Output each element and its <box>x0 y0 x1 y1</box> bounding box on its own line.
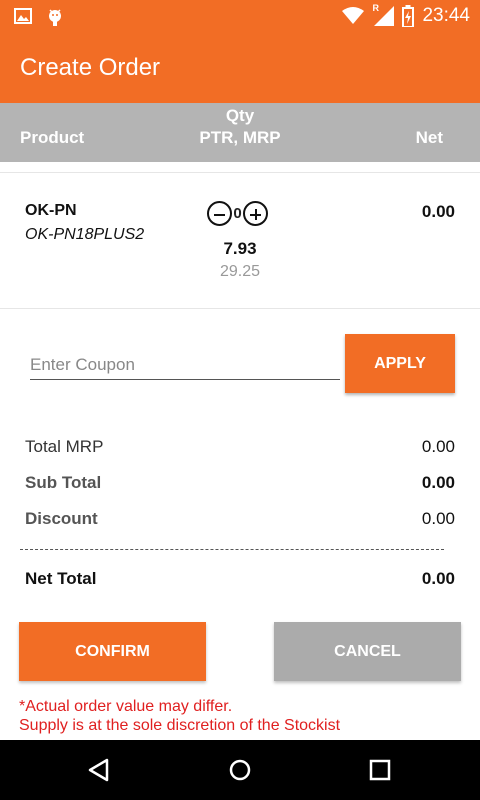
quantity-value: 0 <box>233 205 242 222</box>
net-total-label: Net Total <box>25 569 97 588</box>
status-bar: R 23:44 <box>0 0 480 33</box>
clock: 23:44 <box>422 5 470 26</box>
net-total-value: 0.00 <box>421 569 455 588</box>
product-name: OK-PN <box>25 202 77 219</box>
back-icon[interactable] <box>84 755 114 785</box>
dashed-divider <box>20 549 444 550</box>
total-mrp-label: Total MRP <box>25 437 104 456</box>
minus-icon <box>214 213 225 216</box>
navigation-bar <box>0 740 480 800</box>
wifi-icon <box>342 7 365 24</box>
decrement-button[interactable] <box>207 201 232 226</box>
page-title: Create Order <box>20 54 161 81</box>
discount-value: 0.00 <box>421 509 455 528</box>
apply-button[interactable]: APPLY <box>345 334 455 393</box>
disclaimer-line-1: *Actual order value may differ. <box>19 698 233 715</box>
increment-button[interactable] <box>243 201 268 226</box>
total-mrp-value: 0.00 <box>421 437 455 456</box>
quantity-stepper: 0 <box>207 201 268 226</box>
list-item: OK-PN OK-PN18PLUS2 0 7.93 29.25 0.00 <box>0 173 480 308</box>
sub-total-label: Sub Total <box>25 473 102 492</box>
net-value: 0.00 <box>421 202 455 221</box>
mrp-value: 29.25 <box>219 263 261 280</box>
divider <box>0 308 480 309</box>
disclaimer-line-2: Supply is at the sole discretion of the … <box>19 717 341 734</box>
discount-label: Discount <box>25 509 98 528</box>
confirm-button[interactable]: CONFIRM <box>19 622 206 681</box>
cancel-button[interactable]: CANCEL <box>274 622 461 681</box>
ptr-value: 7.93 <box>223 239 257 258</box>
image-icon <box>14 8 32 24</box>
signal-icon <box>374 6 395 26</box>
table-header: Product Qty PTR, MRP Net <box>0 103 480 162</box>
home-icon[interactable] <box>225 755 255 785</box>
android-icon <box>49 9 61 26</box>
recents-icon[interactable] <box>365 755 395 785</box>
coupon-input[interactable] <box>30 350 340 380</box>
app-bar: Create Order <box>0 33 480 103</box>
header-qty: Qty <box>225 106 255 125</box>
header-ptr-mrp: PTR, MRP <box>199 128 281 147</box>
header-net: Net <box>415 128 443 147</box>
battery-charging-icon <box>402 5 415 27</box>
sub-total-value: 0.00 <box>421 473 455 492</box>
